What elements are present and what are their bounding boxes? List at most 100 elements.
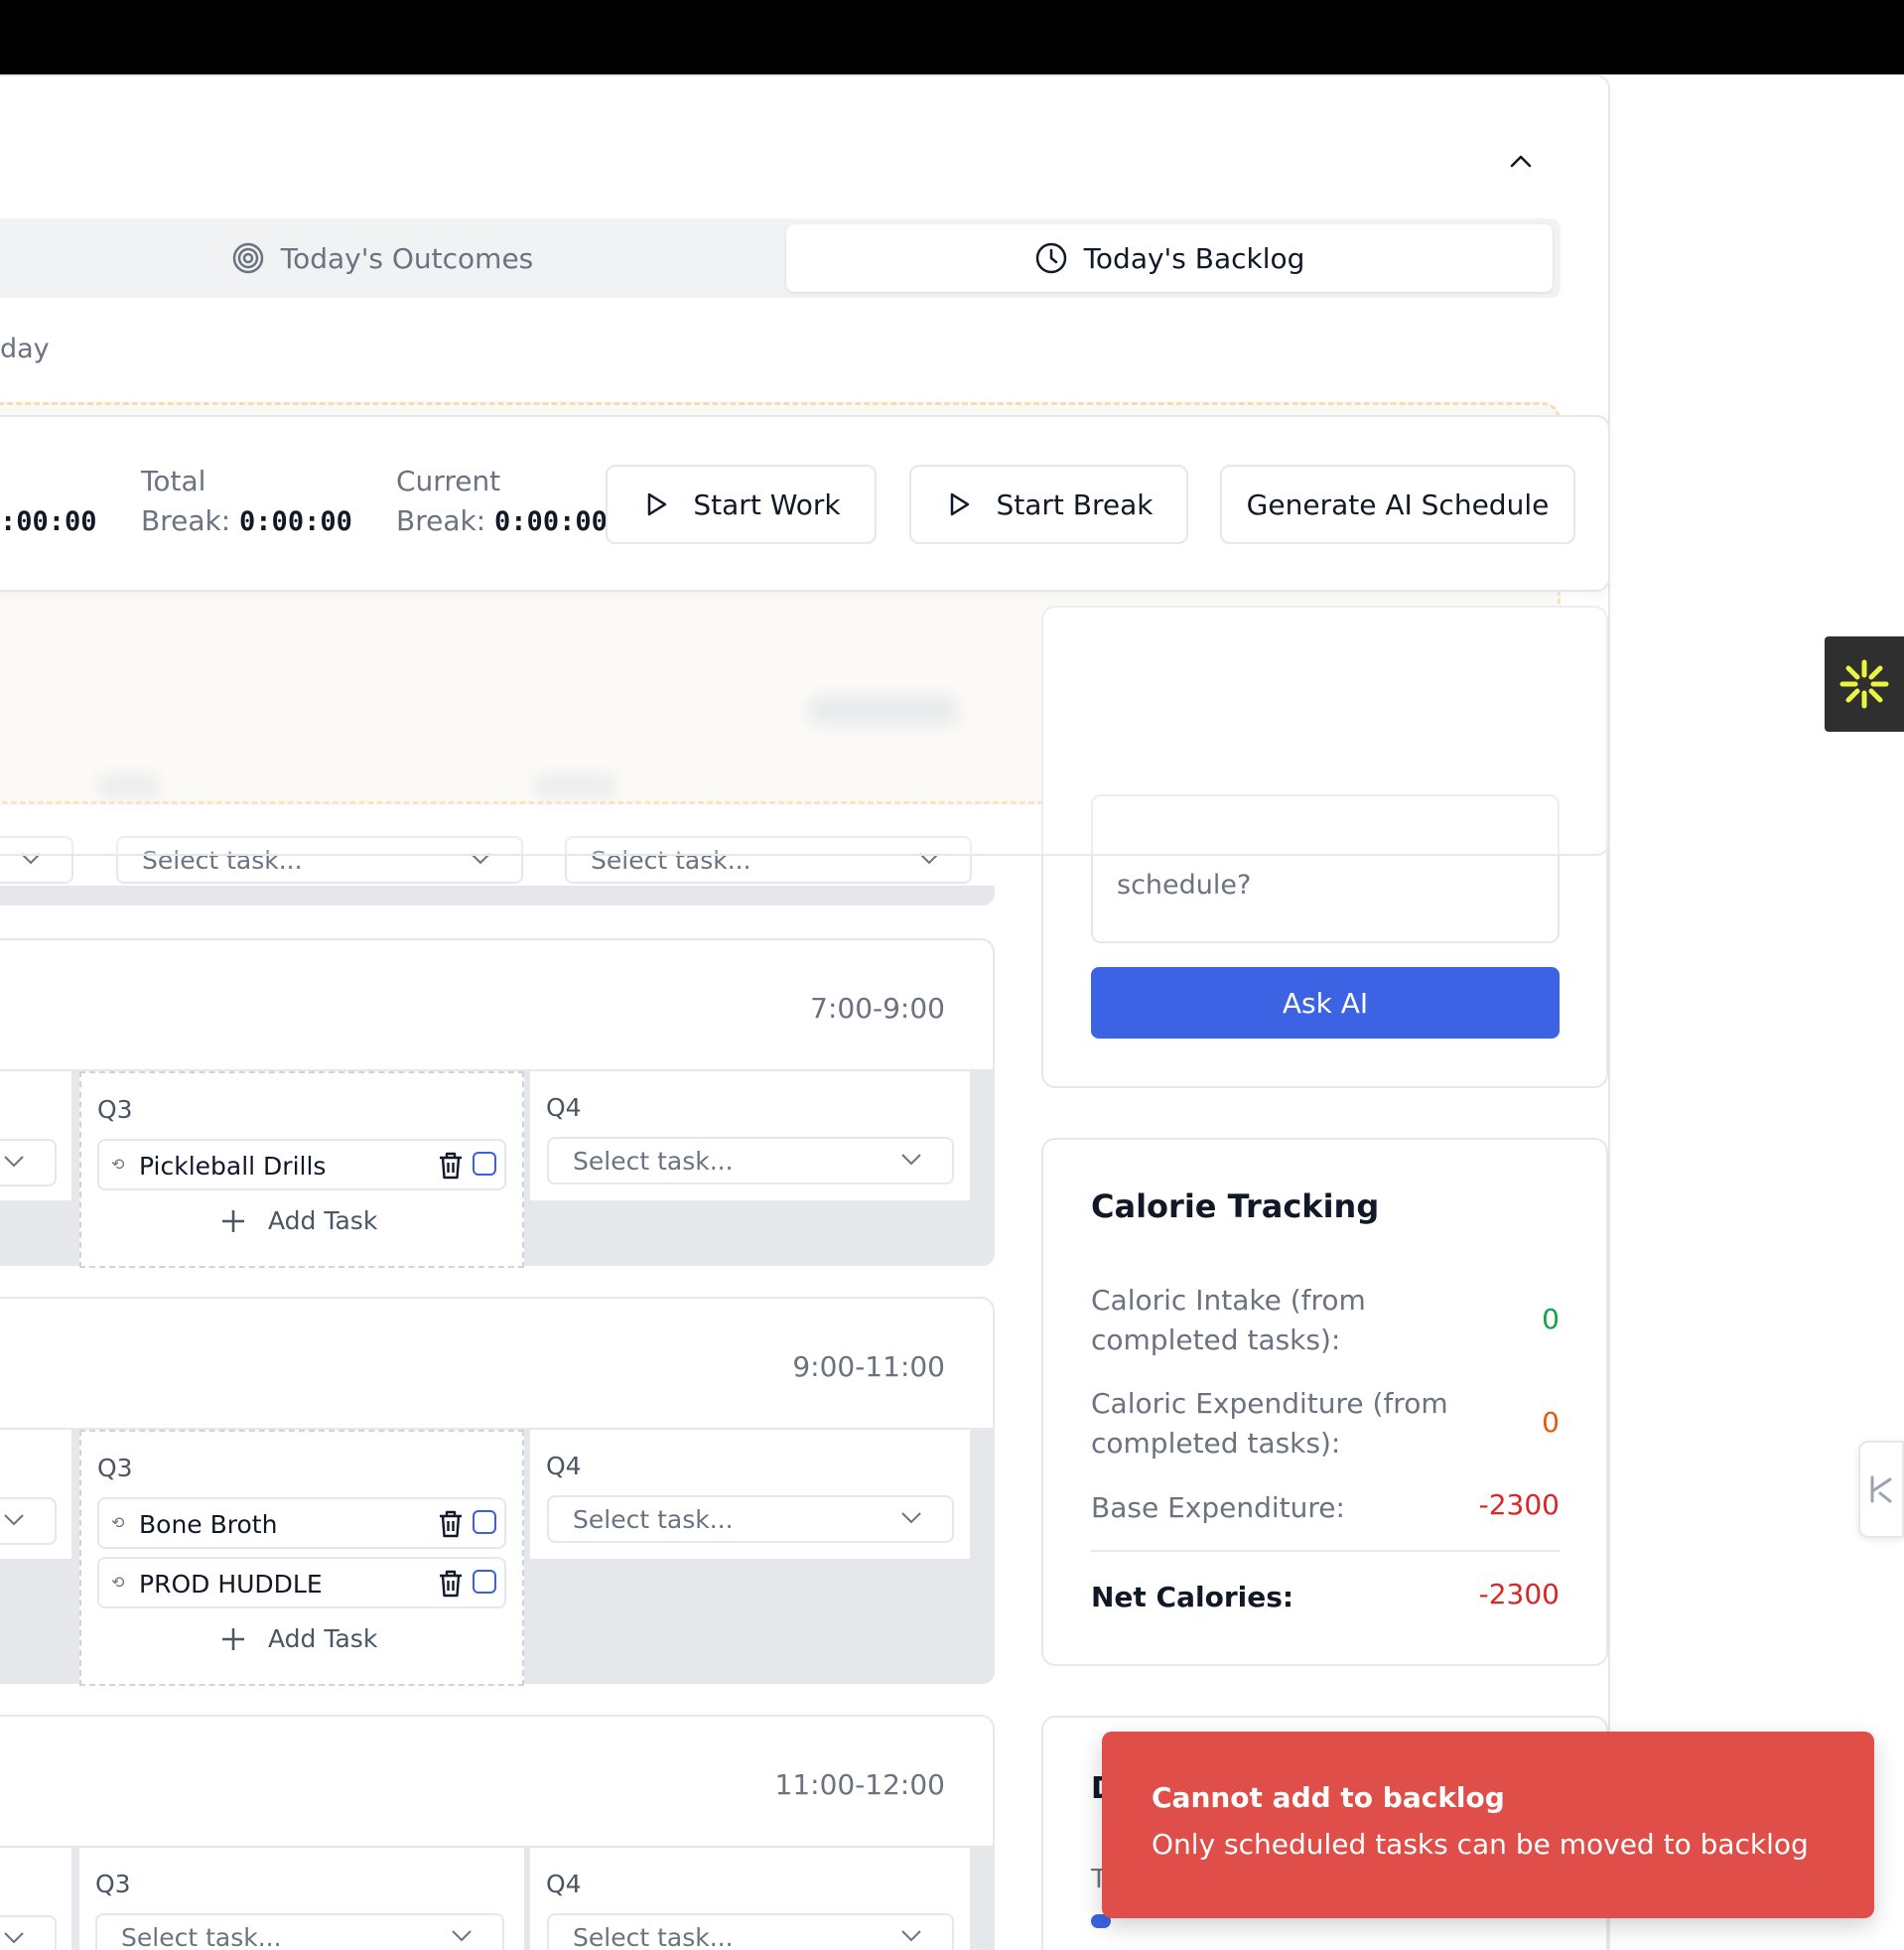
total-break-stat: Total Break: 0:00:00	[141, 462, 352, 542]
quadrant-grid: Q3 ⟲ Pickleball Drills Add Task Q4 Selec…	[0, 1069, 995, 1268]
logo-icon	[1870, 1475, 1892, 1503]
task-select[interactable]	[0, 1497, 57, 1545]
chevron-up-icon	[1510, 155, 1532, 168]
block-time: 7:00-9:00	[810, 992, 945, 1025]
task-select[interactable]	[0, 1915, 57, 1950]
add-task-label: Add Task	[268, 1206, 378, 1235]
task-name: Pickleball Drills	[139, 1152, 327, 1181]
net-calories-label: Net Calories:	[1091, 1581, 1294, 1613]
task-checkbox[interactable]	[473, 1570, 496, 1594]
quadrant-q2	[0, 1071, 71, 1200]
plus-icon	[222, 1209, 244, 1232]
chevron-down-icon	[452, 1930, 472, 1942]
drag-handle-icon[interactable]: ⟲	[111, 1513, 124, 1532]
quadrant-q3[interactable]: Q3 Select task...	[79, 1848, 524, 1950]
quadrant-label: Q4	[546, 1452, 582, 1480]
task-item[interactable]: ⟲ PROD HUDDLE	[97, 1557, 506, 1608]
quadrant-q4[interactable]: Q4 Select task...	[530, 1430, 970, 1559]
chevron-down-icon	[4, 1932, 24, 1944]
select-placeholder: Select task...	[573, 1504, 734, 1534]
quadrant-label: Q4	[546, 1093, 582, 1122]
task-item[interactable]: ⟲ Pickleball Drills	[97, 1139, 506, 1190]
schedule-block: 7:00-9:00 Q3 ⟲ Pickleball Drills Add Tas…	[0, 938, 995, 1268]
add-task-label: Add Task	[268, 1624, 378, 1653]
drag-handle-icon[interactable]: ⟲	[111, 1155, 124, 1174]
side-tab-button[interactable]	[1858, 1441, 1904, 1538]
quadrant-q4[interactable]: Q4 Select task...	[530, 1848, 970, 1950]
tab-label: Today's Outcomes	[280, 241, 534, 275]
current-break-label-2: Break:	[396, 504, 486, 537]
task-name: PROD HUDDLE	[139, 1570, 323, 1599]
chevron-down-icon	[901, 1512, 921, 1524]
quadrant-label: Q3	[95, 1870, 131, 1898]
chevron-down-icon	[901, 1930, 921, 1942]
ask-ai-label: Ask AI	[1282, 986, 1369, 1020]
trash-icon[interactable]	[437, 1151, 465, 1181]
clock-icon	[1035, 242, 1066, 274]
input-placeholder-tail: schedule?	[1117, 870, 1252, 901]
drag-handle-icon[interactable]: ⟲	[111, 1573, 124, 1592]
start-work-button[interactable]: Start Work	[606, 465, 877, 544]
quadrant-q4[interactable]: Q4 Select task...	[530, 1071, 970, 1200]
work-time-value: :00:00	[0, 506, 97, 537]
task-select[interactable]: Select task...	[547, 1495, 954, 1543]
base-expenditure-label: Base Expenditure:	[1091, 1491, 1345, 1524]
chevron-down-icon	[4, 1156, 24, 1168]
start-break-button[interactable]: Start Break	[909, 465, 1188, 544]
play-icon	[648, 492, 667, 516]
toast-description: Only scheduled tasks can be moved to bac…	[1152, 1828, 1809, 1861]
trash-icon[interactable]	[437, 1509, 465, 1539]
play-icon	[951, 492, 970, 516]
base-expenditure-value: -2300	[1478, 1488, 1560, 1521]
start-work-label: Start Work	[693, 488, 841, 521]
collapse-button[interactable]	[1505, 145, 1537, 177]
timer-panel-overlay	[0, 592, 1610, 856]
chevron-down-icon	[901, 1154, 921, 1166]
toast-title: Cannot add to backlog	[1152, 1781, 1505, 1814]
generate-ai-label: Generate AI Schedule	[1246, 488, 1550, 521]
select-placeholder: Select task...	[121, 1922, 282, 1950]
task-item[interactable]: ⟲ Bone Broth	[97, 1497, 506, 1549]
quadrant-label: Q3	[97, 1095, 133, 1124]
tab-todays-outcomes[interactable]: Today's Outcomes	[0, 224, 764, 292]
tab-todays-backlog[interactable]: Today's Backlog	[786, 224, 1553, 292]
intake-label: Caloric Intake (from completed tasks):	[1091, 1284, 1366, 1356]
work-time-stat: :00:00	[0, 501, 97, 542]
ask-ai-button[interactable]: Ask AI	[1091, 967, 1560, 1039]
divider	[1091, 1550, 1560, 1552]
target-icon	[232, 242, 263, 274]
quadrant-q3[interactable]: Q3 ⟲ Pickleball Drills Add Task	[79, 1071, 524, 1268]
generate-ai-schedule-button[interactable]: Generate AI Schedule	[1220, 465, 1575, 544]
start-break-label: Start Break	[996, 488, 1154, 521]
quadrant-grid: Q3 ⟲ Bone Broth ⟲ PROD HUDDLE Add Task Q…	[0, 1428, 995, 1686]
sparkle-icon	[1839, 659, 1889, 709]
total-break-value: 0:00:00	[239, 506, 352, 537]
task-checkbox[interactable]	[473, 1152, 496, 1176]
block-time: 11:00-12:00	[774, 1768, 946, 1801]
intake-value: 0	[1542, 1303, 1560, 1335]
current-break-label: Current	[396, 465, 501, 497]
calorie-title: Calorie Tracking	[1091, 1187, 1380, 1225]
task-checkbox[interactable]	[473, 1510, 496, 1534]
chevron-down-icon	[4, 1514, 24, 1526]
schedule-block: 11:00-12:00 Q3 Select task... Q4 Select …	[0, 1715, 995, 1950]
task-select[interactable]: Select task...	[95, 1913, 504, 1950]
current-break-value: 0:00:00	[494, 506, 608, 537]
add-task-button[interactable]: Add Task	[220, 1206, 377, 1235]
error-toast[interactable]: Cannot add to backlog Only scheduled tas…	[1102, 1732, 1874, 1918]
select-placeholder: Select task...	[573, 1922, 734, 1950]
top-bar	[0, 0, 1904, 74]
add-task-button[interactable]: Add Task	[220, 1624, 377, 1653]
assistant-widget-button[interactable]	[1825, 636, 1904, 732]
plus-icon	[222, 1627, 244, 1650]
task-select[interactable]: Select task...	[547, 1913, 954, 1950]
quadrant-grid: Q3 Select task... Q4 Select task...	[0, 1846, 995, 1950]
current-break-stat: Current Break: 0:00:00	[396, 462, 608, 542]
quadrant-q3[interactable]: Q3 ⟲ Bone Broth ⟲ PROD HUDDLE Add Task	[79, 1430, 524, 1686]
task-select[interactable]	[0, 1139, 57, 1186]
task-select[interactable]: Select task...	[547, 1137, 954, 1184]
quadrant-q2	[0, 1430, 71, 1559]
quadrant-label: Q3	[97, 1454, 133, 1482]
net-calories-value: -2300	[1478, 1578, 1560, 1610]
trash-icon[interactable]	[437, 1569, 465, 1599]
